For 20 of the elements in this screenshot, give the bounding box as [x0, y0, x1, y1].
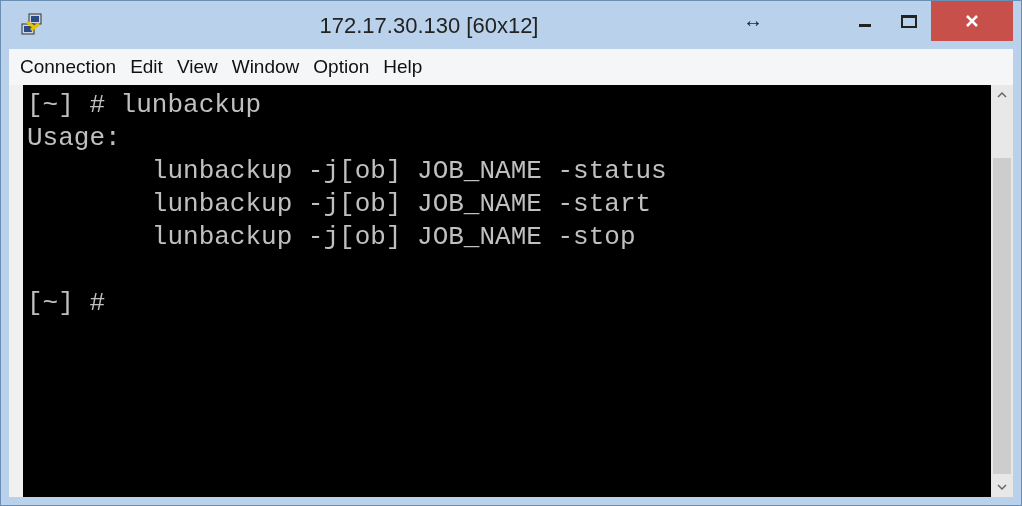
terminal-line: lunbackup -j[ob] JOB_NAME -start: [150, 188, 652, 221]
menu-item[interactable]: View: [171, 52, 223, 82]
resize-arrow-glyph[interactable]: ↔: [743, 5, 763, 35]
window-title: 172.17.30.130 [60x12]: [319, 11, 539, 40]
computer-icon: [19, 12, 45, 38]
close-icon: [965, 14, 979, 28]
terminal-line: lunbackup -j[ob] JOB_NAME -status: [150, 155, 667, 188]
terminal-line: [~] # lunbackup: [27, 89, 262, 122]
scrollbar[interactable]: [991, 85, 1013, 497]
scrollbar-thumb[interactable]: [993, 158, 1011, 474]
menu-item[interactable]: Help: [378, 52, 428, 82]
menu-item[interactable]: Option: [308, 52, 375, 82]
menu-item[interactable]: Window: [226, 52, 305, 82]
menu-item[interactable]: Edit: [125, 52, 168, 82]
maximize-icon: [901, 14, 917, 28]
terminal-prompt: [~] #: [27, 287, 105, 320]
minimize-icon: [859, 23, 871, 27]
menu-item[interactable]: Connection: [15, 52, 122, 82]
terminal-line: Usage:: [27, 122, 121, 155]
terminal-line: lunbackup -j[ob] JOB_NAME -stop: [150, 221, 636, 254]
